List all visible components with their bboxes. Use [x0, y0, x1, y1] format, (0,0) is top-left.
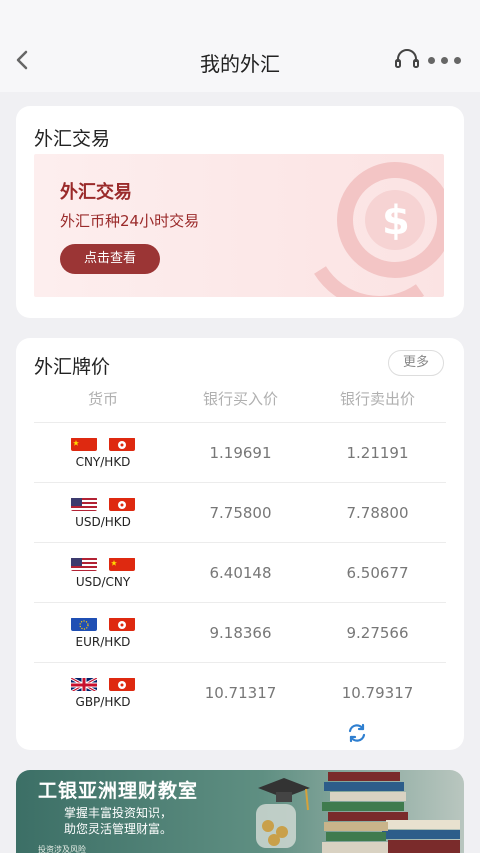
pair-label: EUR/HKD [75, 634, 131, 649]
sell-price: 1.21191 [346, 443, 409, 462]
table-header: 货币 银行买入价 银行卖出价 [34, 388, 446, 414]
table-row[interactable]: USD/CNY 6.40148 6.50677 [34, 542, 446, 602]
refresh-icon [348, 723, 366, 743]
rates-table: CNY/HKD 1.19691 1.21191 USD/HKD 7.75800 … [34, 422, 446, 722]
promo-subtitle: 外汇币种24小时交易 [60, 212, 200, 230]
column-header-currency: 货币 [87, 390, 118, 408]
pair-label: USD/HKD [75, 514, 131, 529]
column-header-sell: 银行卖出价 [339, 390, 415, 408]
sell-price: 6.50677 [346, 563, 409, 582]
view-button[interactable]: 点击查看 [60, 244, 160, 274]
us-flag-icon [71, 557, 97, 571]
promo-title: 外汇交易 [60, 182, 132, 203]
hk-flag-icon [109, 437, 135, 451]
currency-pair: CNY/HKD [34, 437, 172, 469]
buy-price: 9.18366 [209, 623, 272, 642]
cn-flag-icon [71, 437, 97, 451]
hk-flag-icon [109, 497, 135, 511]
buy-price: 6.40148 [209, 563, 272, 582]
buy-price: 1.19691 [209, 443, 272, 462]
more-menu-button[interactable] [428, 55, 464, 65]
pair-label: USD/CNY [75, 574, 131, 589]
table-row[interactable]: USD/HKD 7.75800 7.78800 [34, 482, 446, 542]
buy-price: 7.75800 [209, 503, 272, 522]
card-title: 外汇牌价 [34, 356, 111, 378]
currency-pair: EUR/HKD [34, 617, 172, 649]
pair-label: CNY/HKD [75, 454, 131, 469]
forex-trade-card: 外汇交易 外汇交易 外汇币种24小时交易 点击查看 $ [16, 106, 464, 318]
buy-price: 10.71317 [204, 683, 277, 702]
currency-exchange-icon: $ [314, 162, 444, 297]
banner-disclaimer: 投资涉及风险 [38, 845, 86, 853]
table-row[interactable]: GBP/HKD 10.71317 10.79317 [34, 662, 446, 722]
cn-flag-icon [109, 557, 135, 571]
sell-price: 7.78800 [346, 503, 409, 522]
column-header-buy: 银行买入价 [202, 390, 278, 408]
uk-flag-icon [71, 676, 97, 691]
top-bar: 我的外汇 [0, 0, 480, 92]
wealth-class-banner[interactable]: 工银亚洲理财教室 掌握丰富投资知识， 助您灵活管理财富。 投资涉及风险 [16, 770, 464, 853]
dot-icon [454, 56, 461, 64]
hk-flag-icon [109, 617, 135, 631]
sell-price: 10.79317 [341, 683, 414, 702]
currency-pair: USD/CNY [34, 557, 172, 589]
banner-subtitle: 助您灵活管理财富。 [64, 822, 173, 836]
banner-title: 工银亚洲理财教室 [38, 780, 199, 802]
table-row[interactable]: CNY/HKD 1.19691 1.21191 [34, 422, 446, 482]
pair-label: GBP/HKD [75, 694, 131, 709]
table-row[interactable]: EUR/HKD 9.18366 9.27566 [34, 602, 446, 662]
trade-promo-banner[interactable]: 外汇交易 外汇币种24小时交易 点击查看 $ [34, 154, 444, 297]
hk-flag-icon [109, 677, 135, 691]
banner-subtitle: 掌握丰富投资知识， [64, 806, 173, 820]
currency-pair: USD/HKD [34, 497, 172, 529]
customer-service-button[interactable] [394, 49, 420, 71]
sell-price: 9.27566 [346, 623, 409, 642]
eu-flag-icon [71, 617, 97, 631]
dot-icon [428, 56, 435, 64]
dot-icon [441, 56, 448, 64]
more-button[interactable]: 更多 [388, 350, 444, 376]
refresh-button[interactable] [346, 722, 368, 744]
card-title: 外汇交易 [34, 128, 111, 150]
books-graduation-illustration [256, 772, 460, 853]
currency-pair: GBP/HKD [34, 676, 172, 709]
headset-icon [395, 49, 419, 68]
forex-rates-card: 外汇牌价 更多 货币 银行买入价 银行卖出价 CNY/HKD 1.19691 1… [16, 338, 464, 750]
us-flag-icon [71, 497, 97, 511]
svg-text:$: $ [382, 198, 410, 244]
